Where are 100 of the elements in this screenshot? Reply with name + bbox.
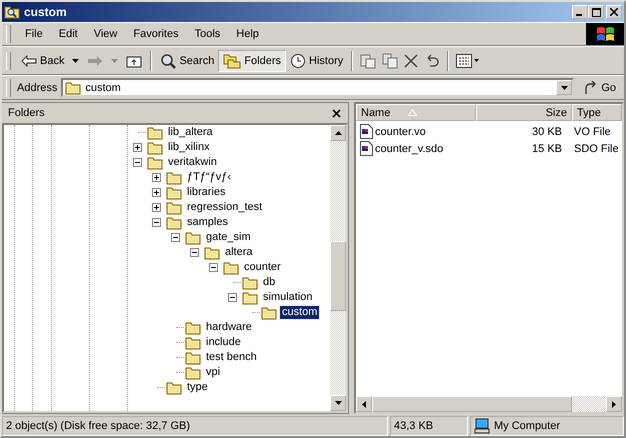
back-button[interactable]: Back [17,50,68,72]
history-button[interactable]: History [286,50,348,72]
folder-item[interactable]: lib_altera [166,126,215,139]
folder-item[interactable]: include [204,336,243,349]
left-arrow-icon [362,400,366,408]
folder-item[interactable]: test bench [204,351,259,364]
folder-icon [147,126,163,140]
go-arrow-icon [584,80,598,94]
search-button[interactable]: Search [156,50,218,72]
expand-box-icon[interactable] [152,173,161,182]
scroll-down-button[interactable] [330,395,346,411]
menu-item[interactable]: View [86,28,126,40]
menu-item[interactable]: File [17,28,51,40]
folders-button[interactable]: Folders [218,50,286,72]
folder-item[interactable]: counter [242,261,283,274]
folder-icon [185,230,201,244]
collapse-box-icon[interactable] [152,218,161,227]
sort-arrow-icon [408,109,418,116]
folder-item[interactable]: libraries [185,186,228,199]
maximize-button[interactable] [588,5,604,19]
expand-box-icon[interactable] [133,143,142,152]
folder-up-icon [126,54,142,68]
folder-item[interactable]: altera [223,246,255,259]
folder-icon [204,246,220,260]
scrollbar-thumb[interactable] [330,241,346,311]
folder-icon [166,200,182,214]
menu-item[interactable]: Help [228,28,267,40]
collapse-box-icon[interactable] [228,293,237,302]
collapse-box-icon[interactable] [209,263,218,272]
collapse-box-icon[interactable] [133,158,142,167]
clock-icon [290,52,306,68]
folder-icon [223,260,239,274]
folder-item[interactable]: lib_xilinx [166,141,212,154]
caret-icon [560,86,568,90]
go-button[interactable]: Go [574,78,624,98]
folder-item[interactable]: ƒTƒ“ƒvƒ‹ [185,171,234,184]
folder-icon [166,216,182,230]
folder-item[interactable]: gate_sim [204,231,253,244]
collapse-box-icon[interactable] [190,248,199,257]
folder-icon [242,276,258,290]
scroll-right-button[interactable] [606,396,622,412]
caret-icon [111,58,118,62]
folder-icon [261,306,277,320]
folder-icon [242,290,258,304]
horizontal-scrollbar[interactable] [356,396,622,412]
column-header[interactable]: Name [356,104,476,121]
move-to-icon [360,52,376,68]
pane-title: Folders [8,107,45,119]
scroll-left-button[interactable] [356,396,372,412]
address-field[interactable]: custom [61,78,574,97]
file-icon [360,124,373,139]
close-button[interactable] [330,107,342,119]
folder-item[interactable]: hardware [204,321,254,334]
folder-icon [65,80,82,94]
status-size: 43,3 KB [390,416,468,436]
folder-item[interactable]: regression_test [185,201,264,214]
folder-item[interactable]: veritakwin [166,156,219,169]
caret-icon [72,58,80,62]
computer-icon [474,418,490,434]
collapse-box-icon[interactable] [171,233,180,242]
expand-box-icon[interactable] [152,188,161,197]
menu-item[interactable]: Edit [50,28,86,40]
forward-arrow-icon [87,54,104,66]
folder-item[interactable]: type [185,381,210,394]
folder-icon [185,320,201,334]
file-name[interactable]: counter.vo [375,126,426,138]
folder-item[interactable]: simulation [261,291,315,304]
status-zone: My Computer [494,420,560,432]
delete-icon [404,54,418,68]
folder-icon [166,380,182,394]
folder-item[interactable]: db [261,276,278,289]
folder-icon [185,350,201,364]
folder-item[interactable]: vpi [204,366,222,379]
folder-icon [185,366,201,380]
up-arrow-icon [334,131,342,135]
minimize-button[interactable] [572,5,588,19]
column-header[interactable]: Size [476,104,572,121]
column-header[interactable]: Type [572,104,622,121]
expand-box-icon[interactable] [152,203,161,212]
folder-icon [185,336,201,350]
file-name[interactable]: counter_v.sdo [375,142,444,154]
folder-magnifier-icon [4,4,20,20]
search-icon [160,52,176,68]
window-title: custom [24,5,67,19]
vertical-scrollbar[interactable] [330,125,346,411]
copy-to-icon [382,52,398,68]
address-label: Address [17,82,58,94]
menu-item[interactable]: Tools [186,28,228,40]
menu-item[interactable]: Favorites [125,28,187,40]
back-arrow-icon [21,54,37,66]
close-icon [610,8,618,16]
scrollbar-thumb[interactable] [372,396,572,412]
dropdown-button[interactable] [556,80,572,95]
folder-item[interactable]: custom [280,306,320,319]
scroll-up-button[interactable] [330,125,346,141]
folder-item[interactable]: samples [185,216,230,229]
right-arrow-icon [612,400,616,408]
file-type: VO File [573,126,612,138]
file-icon [360,141,373,156]
flag-icon [594,25,616,43]
